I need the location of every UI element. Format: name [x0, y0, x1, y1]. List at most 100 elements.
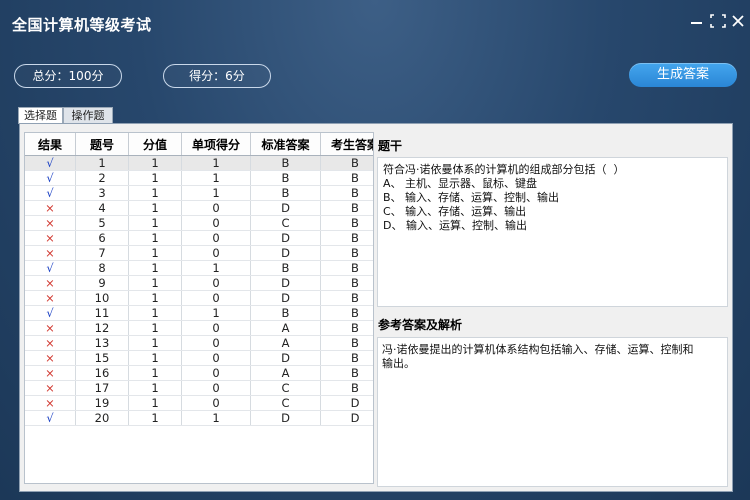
table-row[interactable]: × 6 1 0 D B	[25, 230, 373, 246]
tab-operation-questions[interactable]: 操作题	[63, 107, 113, 123]
close-icon[interactable]	[729, 13, 747, 29]
table-row[interactable]: × 12 1 0 A B	[25, 320, 373, 336]
cell-item-score: 1	[181, 260, 251, 276]
cell-item-score: 1	[181, 185, 251, 201]
cell-points: 1	[128, 200, 182, 216]
results-table-container[interactable]: 结果 题号 分值 单项得分 标准答案 考生答案 √111BB√211BB√311…	[24, 132, 374, 484]
expand-icon[interactable]	[709, 13, 727, 29]
header-standard-answer[interactable]: 标准答案	[250, 133, 321, 156]
cell-points: 1	[128, 395, 182, 411]
table-row[interactable]: × 5 1 0 C B	[25, 215, 373, 231]
cell-standard-answer: A	[250, 320, 321, 336]
generate-answer-button[interactable]: 生成答案	[629, 63, 737, 87]
table-row[interactable]: √ 20 1 1 D D	[25, 410, 373, 426]
table-row[interactable]: √ 11 1 1 B B	[25, 305, 373, 321]
cell-item-score: 1	[181, 170, 251, 186]
cell-candidate-answer: B	[320, 215, 373, 231]
minimize-icon[interactable]	[688, 13, 706, 29]
cell-points: 1	[128, 365, 182, 381]
cell-points: 1	[128, 380, 182, 396]
cell-item-score: 0	[181, 350, 251, 366]
cell-candidate-answer: B	[320, 350, 373, 366]
cell-points: 1	[128, 155, 182, 171]
cell-number: 8	[75, 260, 129, 276]
table-row[interactable]: × 4 1 0 D B	[25, 200, 373, 216]
cell-candidate-answer: D	[320, 410, 373, 426]
cell-number: 6	[75, 230, 129, 246]
table-row[interactable]: √ 3 1 1 B B	[25, 185, 373, 201]
cell-standard-answer: B	[250, 155, 321, 171]
cell-candidate-answer: B	[320, 380, 373, 396]
cell-result: ×	[25, 215, 76, 231]
cell-number: 3	[75, 185, 129, 201]
cell-item-score: 0	[181, 380, 251, 396]
cell-points: 1	[128, 230, 182, 246]
cell-result: ×	[25, 275, 76, 291]
cell-points: 1	[128, 320, 182, 336]
cell-points: 1	[128, 275, 182, 291]
table-row[interactable]: × 15 1 0 D B	[25, 350, 373, 366]
cell-item-score: 0	[181, 335, 251, 351]
header-result[interactable]: 结果	[25, 133, 76, 156]
cell-candidate-answer: B	[320, 230, 373, 246]
cell-item-score: 1	[181, 155, 251, 171]
cell-candidate-answer: B	[320, 185, 373, 201]
question-stem-text: 符合冯·诺依曼体系的计算机的组成部分包括（ ） A、 主机、显示器、鼠标、键盘 …	[383, 163, 625, 232]
cell-candidate-answer: B	[320, 200, 373, 216]
table-row[interactable]: √ 2 1 1 B B	[25, 170, 373, 186]
cell-item-score: 0	[181, 365, 251, 381]
cell-item-score: 0	[181, 200, 251, 216]
header-item-score[interactable]: 单项得分	[181, 133, 251, 156]
cell-item-score: 0	[181, 320, 251, 336]
app-title: 全国计算机等级考试	[12, 16, 152, 34]
cell-number: 16	[75, 365, 129, 381]
cell-number: 4	[75, 200, 129, 216]
cell-result: ×	[25, 245, 76, 261]
cell-candidate-answer: B	[320, 365, 373, 381]
table-row[interactable]: × 19 1 0 C D	[25, 395, 373, 411]
cell-candidate-answer: B	[320, 170, 373, 186]
cell-result: √	[25, 185, 76, 201]
table-row[interactable]: × 10 1 0 D B	[25, 290, 373, 306]
cell-points: 1	[128, 170, 182, 186]
cell-standard-answer: B	[250, 170, 321, 186]
cell-number: 9	[75, 275, 129, 291]
tab-choice-questions[interactable]: 选择题	[18, 107, 63, 124]
cell-points: 1	[128, 245, 182, 261]
cell-item-score: 1	[181, 305, 251, 321]
table-row[interactable]: × 16 1 0 A B	[25, 365, 373, 381]
header-points[interactable]: 分值	[128, 133, 182, 156]
table-row[interactable]: × 17 1 0 C B	[25, 380, 373, 396]
earned-score-badge: 得分：6分	[163, 64, 271, 88]
cell-item-score: 0	[181, 275, 251, 291]
title-bar: 全国计算机等级考试	[0, 0, 750, 46]
table-row[interactable]: √ 8 1 1 B B	[25, 260, 373, 276]
cell-candidate-answer: D	[320, 395, 373, 411]
cell-points: 1	[128, 335, 182, 351]
question-stem-title: 题干	[378, 139, 403, 153]
header-number[interactable]: 题号	[75, 133, 129, 156]
header-candidate-answer[interactable]: 考生答案	[320, 133, 373, 156]
table-row[interactable]: √ 1 1 1 B B	[25, 155, 373, 171]
cell-number: 2	[75, 170, 129, 186]
cell-standard-answer: C	[250, 395, 321, 411]
cell-standard-answer: D	[250, 275, 321, 291]
cell-number: 11	[75, 305, 129, 321]
table-row[interactable]: × 7 1 0 D B	[25, 245, 373, 261]
cell-standard-answer: A	[250, 335, 321, 351]
cell-standard-answer: B	[250, 260, 321, 276]
cell-result: √	[25, 170, 76, 186]
cell-points: 1	[128, 185, 182, 201]
total-score-badge: 总分：100分	[14, 64, 122, 88]
cell-item-score: 0	[181, 395, 251, 411]
cell-points: 1	[128, 260, 182, 276]
cell-result: ×	[25, 200, 76, 216]
reference-answer-box: 冯·诺依曼提出的计算机体系结构包括输入、存储、运算、控制和 输出。	[377, 337, 728, 487]
table-row[interactable]: × 9 1 0 D B	[25, 275, 373, 291]
cell-candidate-answer: B	[320, 245, 373, 261]
results-table: 结果 题号 分值 单项得分 标准答案 考生答案 √111BB√211BB√311…	[25, 133, 373, 426]
reference-answer-title: 参考答案及解析	[378, 318, 463, 332]
content-panel: 结果 题号 分值 单项得分 标准答案 考生答案 √111BB√211BB√311…	[19, 123, 733, 492]
table-row[interactable]: × 13 1 0 A B	[25, 335, 373, 351]
cell-item-score: 0	[181, 290, 251, 306]
